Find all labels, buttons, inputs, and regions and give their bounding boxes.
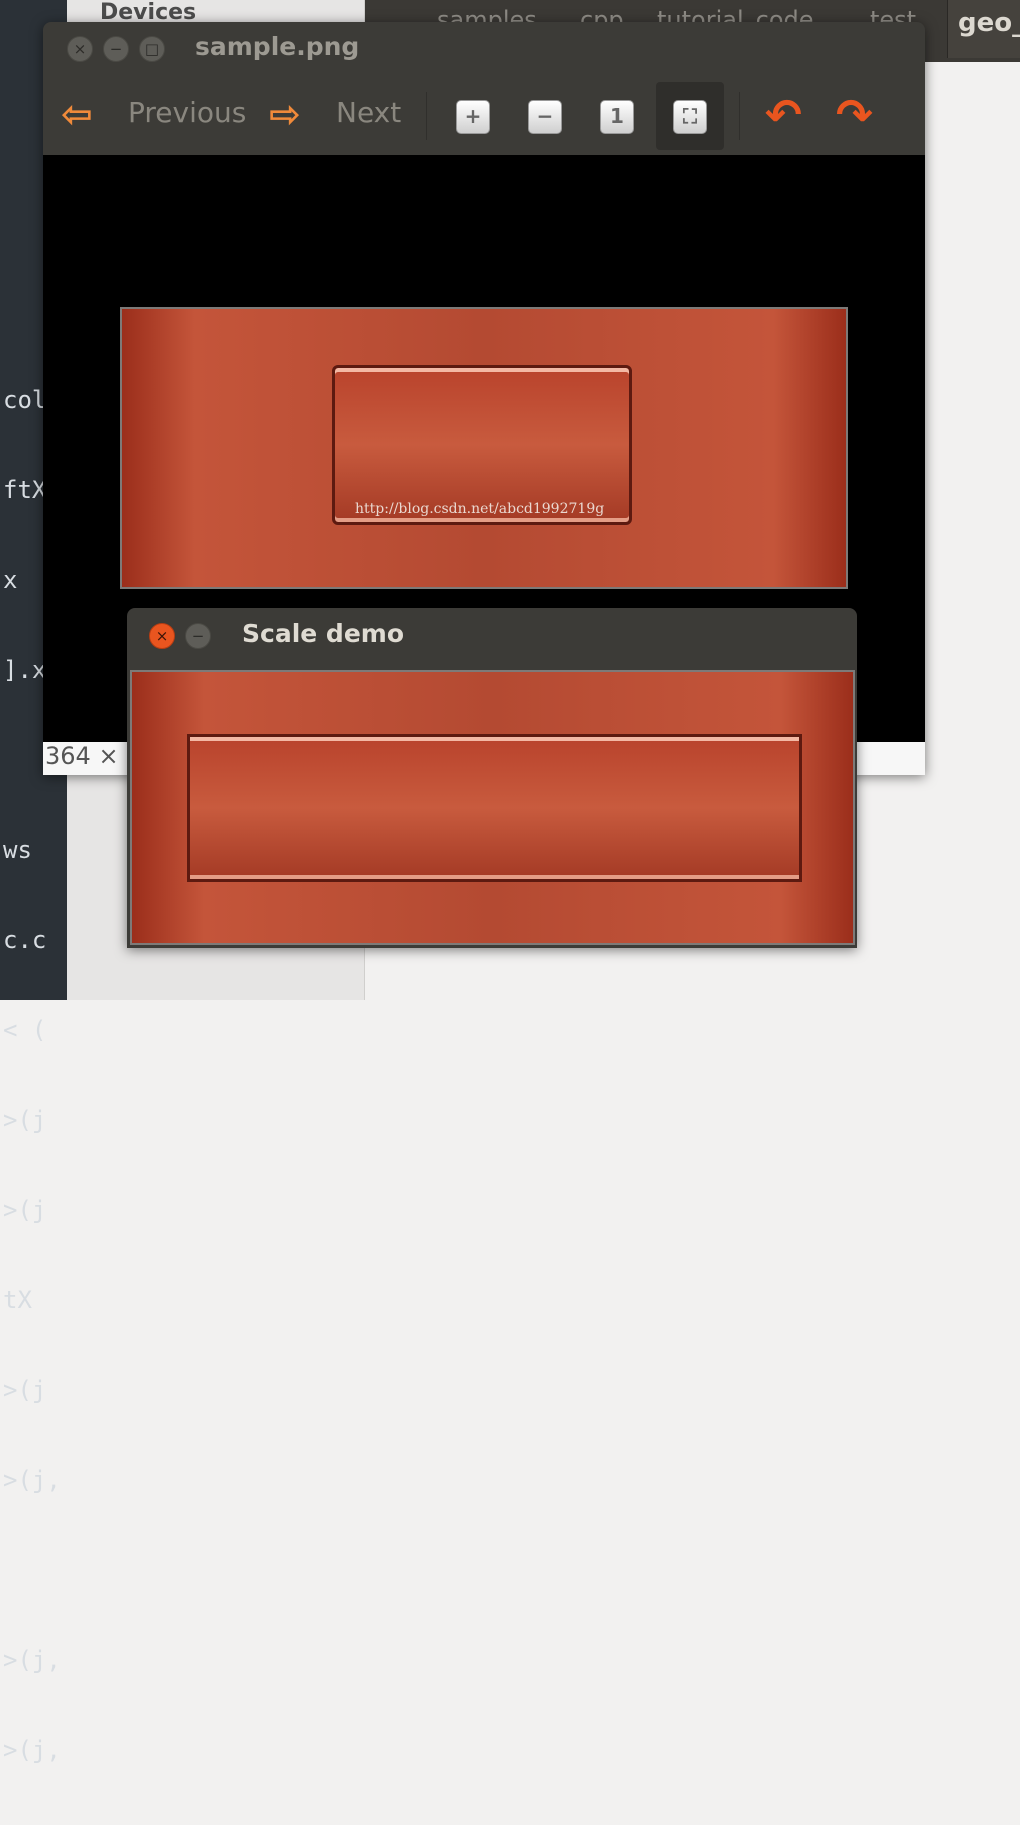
code-line: >(j, <box>3 1736 61 1764</box>
close-button[interactable]: × <box>67 36 93 62</box>
zoom-in-button[interactable]: + <box>456 100 490 134</box>
close-button[interactable]: × <box>149 623 175 649</box>
separator <box>426 92 427 140</box>
arrow-left-icon[interactable]: ⇦ <box>61 92 93 136</box>
door-panel <box>187 734 802 882</box>
cabinet-door-image <box>120 307 848 589</box>
minimize-button[interactable]: − <box>185 623 211 649</box>
code-line: c.c <box>3 926 47 954</box>
zoom-out-button[interactable]: − <box>528 100 562 134</box>
toolbar: ⇦ Previous ⇨ Next + − 1 ⛶ ↶ ↷ <box>43 78 925 155</box>
normal-size-button[interactable]: 1 <box>600 100 634 134</box>
rotate-right-button[interactable]: ↷ <box>836 90 873 141</box>
previous-button[interactable]: Previous <box>128 96 246 129</box>
window-title: sample.png <box>195 32 360 61</box>
code-line: tX <box>3 1286 32 1314</box>
code-line: >(j, <box>3 1466 61 1494</box>
code-line: ws <box>3 836 32 864</box>
watermark: http://blog.csdn.net/abcd1992719g <box>355 501 605 517</box>
code-line: >(j <box>3 1376 47 1404</box>
window-title: Scale demo <box>242 619 404 648</box>
scale-demo-window: × − Scale demo <box>127 608 857 948</box>
next-button[interactable]: Next <box>336 96 401 129</box>
code-line: < ( <box>3 1016 47 1044</box>
maximize-button[interactable]: □ <box>139 36 165 62</box>
code-line: >(j <box>3 1106 47 1134</box>
rotate-left-button[interactable]: ↶ <box>765 90 802 141</box>
best-fit-button[interactable]: ⛶ <box>673 100 707 134</box>
arrow-right-icon[interactable]: ⇨ <box>269 92 301 136</box>
tab-geo[interactable]: geo_ <box>947 0 1020 58</box>
code-line: >(j, <box>3 1646 61 1674</box>
code-line: >(j <box>3 1196 47 1224</box>
minimize-button[interactable]: − <box>103 36 129 62</box>
scaled-door-image <box>130 670 855 945</box>
separator <box>739 92 740 140</box>
